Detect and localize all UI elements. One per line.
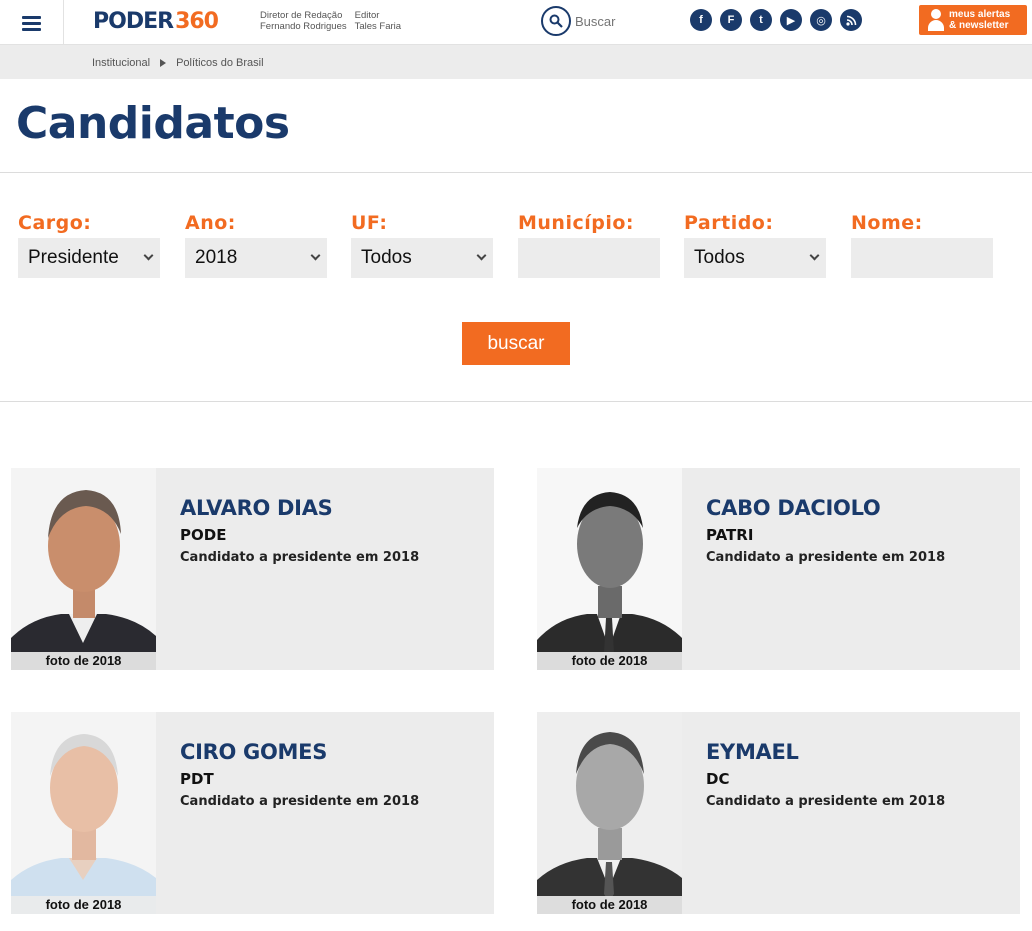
director-name: Fernando Rodrigues xyxy=(260,21,347,32)
chevron-down-icon xyxy=(310,250,321,261)
ano-select[interactable]: 2018 xyxy=(185,238,327,278)
top-bar: PODER 360 Diretor de Redação Fernando Ro… xyxy=(0,0,1032,45)
candidate-photo[interactable]: foto de 2018 xyxy=(11,468,156,670)
candidate-party: DC xyxy=(706,770,730,788)
page-title: Candidatos xyxy=(16,98,290,149)
rss-icon[interactable] xyxy=(840,9,862,31)
hamburger-icon xyxy=(22,15,41,31)
municipio-label: Município: xyxy=(518,212,635,234)
filter-nome: Nome: xyxy=(851,212,993,278)
municipio-field[interactable] xyxy=(518,238,660,278)
flipboard-icon[interactable]: F xyxy=(720,9,742,31)
candidate-info: CIRO GOMES PDT Candidato a presidente em… xyxy=(180,740,419,809)
partido-select[interactable]: Todos xyxy=(684,238,826,278)
menu-button[interactable] xyxy=(0,0,64,45)
editors-credits: Diretor de Redação Fernando Rodrigues Ed… xyxy=(260,10,401,32)
filter-uf: UF: Todos xyxy=(351,212,493,278)
filter-ano: Ano: 2018 xyxy=(185,212,327,278)
uf-value: Todos xyxy=(361,247,412,268)
candidate-party: PODE xyxy=(180,526,227,544)
candidate-description: Candidato a presidente em 2018 xyxy=(180,794,420,809)
candidate-party: PATRI xyxy=(706,526,754,544)
breadcrumb-institucional[interactable]: Institucional xyxy=(92,57,150,69)
uf-select[interactable]: Todos xyxy=(351,238,493,278)
candidate-info: ALVARO DIAS PODE Candidato a presidente … xyxy=(180,496,419,565)
search-box xyxy=(541,5,671,37)
chevron-down-icon xyxy=(809,250,820,261)
editor-title: Editor xyxy=(354,10,380,21)
candidate-photo[interactable]: foto de 2018 xyxy=(11,712,156,914)
candidate-photo[interactable]: foto de 2018 xyxy=(537,712,682,914)
cargo-label: Cargo: xyxy=(18,212,92,234)
candidate-description: Candidato a presidente em 2018 xyxy=(180,550,420,565)
filter-municipio: Município: xyxy=(518,212,660,278)
user-icon xyxy=(927,9,945,31)
candidate-description: Candidato a presidente em 2018 xyxy=(706,794,946,809)
alerts-line2: & newsletter xyxy=(949,20,1009,31)
photo-caption: foto de 2018 xyxy=(537,652,682,670)
alerts-label: meus alertas & newsletter xyxy=(949,9,1010,31)
logo-text-360: 360 xyxy=(175,8,219,34)
filter-partido: Partido: Todos xyxy=(684,212,826,278)
search-input[interactable] xyxy=(575,13,665,29)
social-links: f F t ▶ ◎ xyxy=(690,9,862,31)
editor-credit: Editor Tales Faria xyxy=(355,10,401,32)
breadcrumb-bar: Institucional Políticos do Brasil xyxy=(0,45,1032,79)
search-icon[interactable] xyxy=(541,6,571,36)
ano-value: 2018 xyxy=(195,247,238,268)
chevron-down-icon xyxy=(476,250,487,261)
candidate-photo[interactable]: foto de 2018 xyxy=(537,468,682,670)
nome-label: Nome: xyxy=(851,212,923,234)
alerts-line1: meus alertas xyxy=(949,9,1011,20)
divider xyxy=(0,401,1032,402)
search-button[interactable]: buscar xyxy=(462,322,570,365)
logo-text-poder: PODER xyxy=(93,8,174,34)
partido-value: Todos xyxy=(694,247,745,268)
facebook-icon[interactable]: f xyxy=(690,9,712,31)
cargo-value: Presidente xyxy=(28,247,119,268)
candidate-name[interactable]: CABO DACIOLO xyxy=(706,496,945,520)
nome-field[interactable] xyxy=(851,238,993,278)
nome-input[interactable] xyxy=(861,239,981,277)
candidate-card[interactable]: foto de 2018 CABO DACIOLO PATRI Candidat… xyxy=(537,468,1020,670)
breadcrumb: Institucional Políticos do Brasil xyxy=(92,57,264,69)
candidate-card[interactable]: foto de 2018 CIRO GOMES PDT Candidato a … xyxy=(11,712,494,914)
uf-label: UF: xyxy=(351,212,388,234)
divider xyxy=(0,172,1032,173)
candidate-info: EYMAEL DC Candidato a presidente em 2018 xyxy=(706,740,945,809)
breadcrumb-politicos[interactable]: Políticos do Brasil xyxy=(176,57,263,69)
filter-cargo: Cargo: Presidente xyxy=(18,212,160,278)
alerts-newsletter-button[interactable]: meus alertas & newsletter xyxy=(919,5,1027,35)
candidate-card[interactable]: foto de 2018 ALVARO DIAS PODE Candidato … xyxy=(11,468,494,670)
site-logo[interactable]: PODER 360 xyxy=(93,8,219,34)
candidate-card[interactable]: foto de 2018 EYMAEL DC Candidato a presi… xyxy=(537,712,1020,914)
candidate-name[interactable]: ALVARO DIAS xyxy=(180,496,419,520)
candidate-info: CABO DACIOLO PATRI Candidato a president… xyxy=(706,496,945,565)
breadcrumb-arrow-icon xyxy=(160,59,167,67)
candidate-description: Candidato a presidente em 2018 xyxy=(706,550,946,565)
chevron-down-icon xyxy=(143,250,154,261)
candidate-name[interactable]: EYMAEL xyxy=(706,740,945,764)
director-title: Diretor de Redação xyxy=(260,10,343,21)
photo-caption: foto de 2018 xyxy=(11,896,156,914)
photo-caption: foto de 2018 xyxy=(537,896,682,914)
youtube-icon[interactable]: ▶ xyxy=(780,9,802,31)
cargo-select[interactable]: Presidente xyxy=(18,238,160,278)
ano-label: Ano: xyxy=(185,212,236,234)
partido-label: Partido: xyxy=(684,212,774,234)
director-credit: Diretor de Redação Fernando Rodrigues xyxy=(260,10,347,32)
candidate-name[interactable]: CIRO GOMES xyxy=(180,740,419,764)
photo-caption: foto de 2018 xyxy=(11,652,156,670)
editor-name: Tales Faria xyxy=(354,21,402,32)
twitter-icon[interactable]: t xyxy=(750,9,772,31)
candidate-party: PDT xyxy=(180,770,214,788)
instagram-icon[interactable]: ◎ xyxy=(810,9,832,31)
municipio-input[interactable] xyxy=(528,239,648,277)
